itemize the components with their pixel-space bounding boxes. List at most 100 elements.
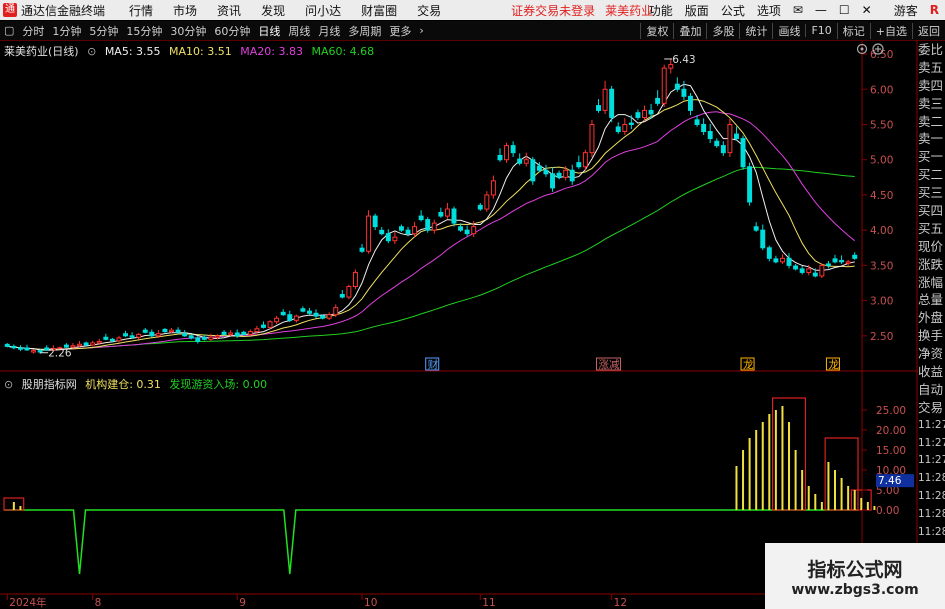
watermark-line1: 指标公式网 — [807, 558, 903, 581]
envelope-icon[interactable]: ✉ — [787, 3, 809, 17]
candle-body — [109, 338, 115, 342]
plus-circle-icon[interactable] — [872, 43, 884, 55]
period-monthly[interactable]: 月线 — [314, 23, 344, 39]
menu-zixun[interactable]: 资讯 — [207, 2, 251, 19]
candle-body — [155, 333, 161, 337]
candle-body — [740, 138, 746, 168]
candle-body — [694, 119, 700, 125]
candle-body — [576, 162, 582, 168]
period-60min[interactable]: 60分钟 — [210, 23, 254, 39]
tool-back[interactable]: 返回 — [912, 22, 945, 39]
indicator-green-line — [4, 509, 858, 575]
period-fenshi[interactable]: 分时 — [18, 23, 48, 39]
tool-diejia[interactable]: 叠加 — [673, 22, 706, 39]
checkbox-icon[interactable]: ▢ — [0, 24, 18, 37]
tool-add-favorite[interactable]: +自选 — [869, 22, 912, 39]
period-5min[interactable]: 5分钟 — [85, 23, 122, 39]
event-marker[interactable]: 财 — [428, 358, 439, 371]
candle-body — [136, 333, 142, 338]
time-tick-label: 2024年 — [9, 596, 46, 609]
menu-banmian[interactable]: 版面 — [679, 2, 715, 19]
collapse-icon[interactable]: ⊙ — [87, 45, 96, 58]
event-marker[interactable]: 龙 — [828, 358, 839, 371]
period-daily[interactable]: 日线 — [254, 23, 284, 39]
menu-wenxiaoda[interactable]: 问小达 — [295, 2, 351, 19]
gear-icon[interactable] — [856, 43, 868, 55]
sidebar-label: 涨幅 — [918, 274, 944, 290]
period-more[interactable]: 更多 — [385, 23, 415, 39]
candle-body — [57, 347, 63, 350]
sidebar-label: 交易 — [918, 399, 944, 415]
candle-body — [806, 268, 812, 273]
menu-caifuquan[interactable]: 财富圈 — [351, 2, 407, 19]
candle-body — [832, 258, 838, 263]
candle-body — [425, 219, 431, 231]
sidebar-label: 卖三 — [918, 95, 944, 111]
candle-body — [398, 226, 404, 231]
sidebar-label: 自动 — [918, 381, 944, 397]
candle-body — [11, 345, 17, 349]
candle-body — [681, 88, 687, 97]
sidebar-label: 卖二 — [918, 113, 944, 129]
candle-body — [169, 329, 174, 333]
indicator-red-box — [3, 497, 25, 511]
candle-body — [760, 229, 766, 249]
candle-body — [543, 169, 549, 175]
period-15min[interactable]: 15分钟 — [122, 23, 166, 39]
candle-body — [326, 314, 332, 319]
menu-xuanxiang[interactable]: 选项 — [751, 2, 787, 19]
period-1min[interactable]: 1分钟 — [48, 23, 85, 39]
event-marker[interactable]: 龙 — [743, 358, 754, 371]
tool-huaxian[interactable]: 画线 — [772, 22, 805, 39]
candle-body — [536, 165, 542, 171]
event-marker-box[interactable] — [740, 357, 755, 371]
login-notice[interactable]: 证券交易未登录 — [506, 2, 600, 19]
candle-body — [201, 336, 207, 340]
period-multi[interactable]: 多周期 — [344, 23, 385, 39]
maximize-icon[interactable]: ☐ — [833, 3, 856, 17]
tool-biaoji[interactable]: 标记 — [836, 22, 870, 39]
chevron-right-icon[interactable]: › — [415, 24, 427, 37]
candle-body — [96, 340, 102, 344]
sub-tick-label: 15.00 — [876, 445, 906, 457]
indicator-name: 股朋指标网 — [21, 378, 77, 391]
tool-duogu[interactable]: 多股 — [706, 22, 739, 39]
period-30min[interactable]: 30分钟 — [166, 23, 210, 39]
event-marker-box[interactable] — [425, 357, 440, 371]
minimize-icon[interactable]: — — [809, 3, 833, 17]
candle-body — [596, 105, 601, 111]
collapse-icon[interactable]: ⊙ — [4, 378, 13, 391]
event-marker-box[interactable] — [596, 357, 622, 371]
menu-gongshi[interactable]: 公式 — [715, 2, 751, 19]
ma10-line — [7, 99, 855, 350]
indicator-red-box — [824, 437, 859, 511]
sub-tick-label: 10.00 — [876, 465, 906, 477]
watermark: 指标公式网 www.zbgs3.com — [765, 543, 945, 609]
menu-shichang[interactable]: 市场 — [163, 2, 207, 19]
candle-body — [733, 133, 739, 140]
candle-body — [812, 272, 818, 277]
close-icon[interactable]: ✕ — [856, 3, 878, 17]
menu-hangqing[interactable]: 行情 — [119, 2, 163, 19]
tool-tongji[interactable]: 统计 — [739, 22, 772, 39]
price-tick-label: 4.00 — [870, 225, 893, 237]
event-marker[interactable]: 涨减 — [599, 359, 620, 371]
guest-label[interactable]: 游客 — [888, 2, 924, 19]
tool-fuquan[interactable]: 复权 — [640, 22, 673, 39]
period-weekly[interactable]: 周线 — [284, 23, 314, 39]
chart-canvas[interactable]: 6.43 2.26 财 涨减 龙 龙 6.50 6.00 5.50 5.00 4.50 4.00 3.… — [0, 0, 945, 609]
candle-body — [293, 315, 299, 321]
menu-faxian[interactable]: 发现 — [251, 2, 295, 19]
tool-f10[interactable]: F10 — [805, 24, 836, 37]
ma60-value: MA60: 4.68 — [311, 45, 375, 58]
event-marker-box[interactable] — [825, 357, 840, 371]
candle-body — [701, 123, 707, 133]
candle-body — [77, 343, 83, 347]
candle-body — [714, 140, 720, 147]
candle-body — [504, 145, 510, 161]
candle-body — [31, 350, 37, 353]
menu-jiaoyi[interactable]: 交易 — [407, 2, 451, 19]
candle-body — [635, 112, 641, 118]
candle-body — [162, 328, 168, 333]
menu-gongneng[interactable]: 功能 — [643, 2, 679, 19]
